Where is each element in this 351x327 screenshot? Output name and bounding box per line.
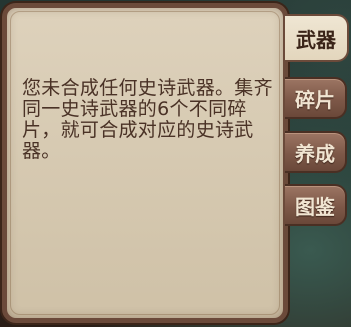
empty-epic-weapon-message: 您未合成任何史诗武器。集齐同一史诗武器的6个不同碎片，就可合成对应的史诗武器。	[22, 77, 273, 162]
weapon-info-panel: 您未合成任何史诗武器。集齐同一史诗武器的6个不同碎片，就可合成对应的史诗武器。	[2, 3, 288, 323]
tab-weapons[interactable]: 武器	[285, 14, 349, 62]
tab-upgrade[interactable]: 养成	[285, 131, 347, 173]
side-tab-bar: 武器 碎片 养成 图鉴	[285, 6, 349, 236]
tab-fragments[interactable]: 碎片	[285, 77, 347, 119]
panel-inner-border	[10, 11, 280, 315]
tab-collection[interactable]: 图鉴	[285, 184, 347, 226]
